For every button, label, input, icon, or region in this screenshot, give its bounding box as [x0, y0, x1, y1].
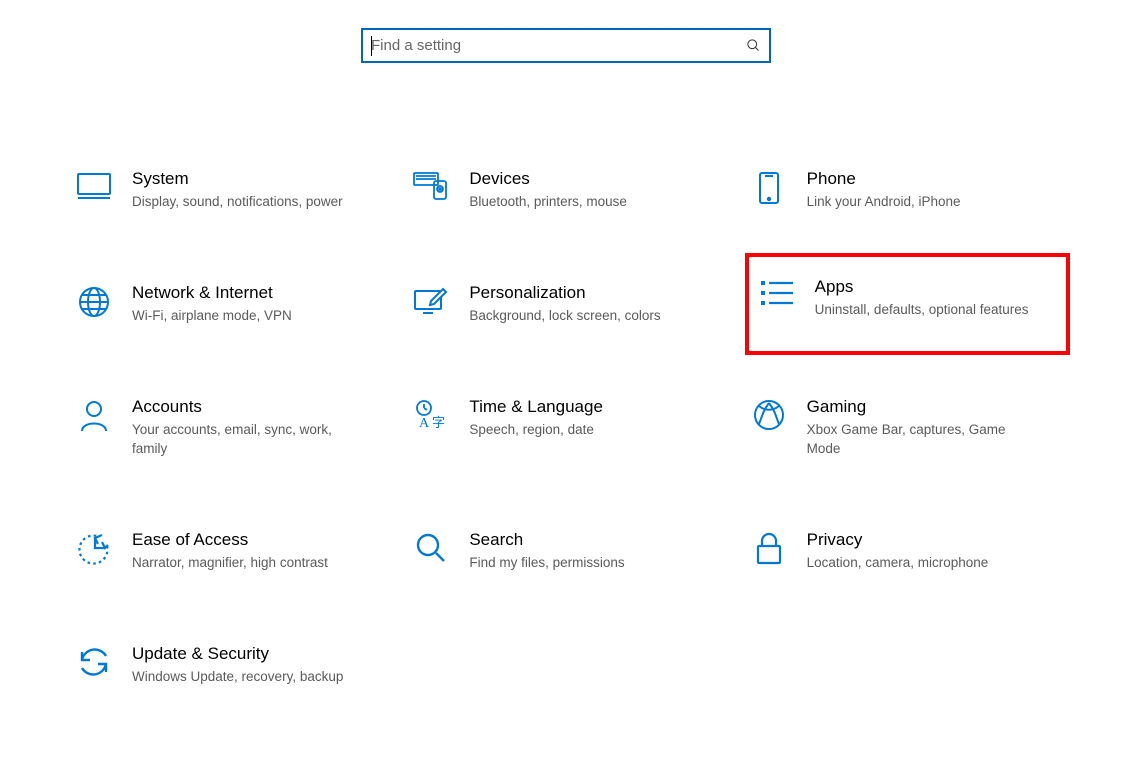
system-icon — [70, 169, 118, 201]
tile-desc: Link your Android, iPhone — [807, 193, 961, 211]
tile-title: Update & Security — [132, 644, 343, 664]
tile-system[interactable]: System Display, sound, notifications, po… — [70, 163, 387, 217]
tile-desc: Wi-Fi, airplane mode, VPN — [132, 307, 292, 325]
tile-desc: Narrator, magnifier, high contrast — [132, 554, 328, 572]
tile-ease-of-access[interactable]: Ease of Access Narrator, magnifier, high… — [70, 524, 387, 578]
tile-update-security[interactable]: Update & Security Windows Update, recove… — [70, 638, 387, 692]
tile-network[interactable]: Network & Internet Wi-Fi, airplane mode,… — [70, 277, 387, 331]
tile-devices[interactable]: Devices Bluetooth, printers, mouse — [407, 163, 724, 217]
tile-desc: Uninstall, defaults, optional features — [815, 301, 1029, 319]
tile-privacy[interactable]: Privacy Location, camera, microphone — [745, 524, 1062, 578]
tile-title: Accounts — [132, 397, 352, 417]
tile-desc: Windows Update, recovery, backup — [132, 668, 343, 686]
tile-title: Privacy — [807, 530, 989, 550]
search-icon — [746, 38, 761, 53]
privacy-icon — [745, 530, 793, 566]
network-icon — [70, 283, 118, 319]
tile-desc: Location, camera, microphone — [807, 554, 989, 572]
tile-time-language[interactable]: A 字 Time & Language Speech, region, date — [407, 391, 724, 463]
search-container — [70, 28, 1062, 63]
search-box[interactable] — [361, 28, 771, 63]
settings-grid: System Display, sound, notifications, po… — [70, 163, 1062, 692]
tile-title: Devices — [469, 169, 627, 189]
tile-desc: Background, lock screen, colors — [469, 307, 660, 325]
apps-icon — [753, 277, 801, 307]
tile-phone[interactable]: Phone Link your Android, iPhone — [745, 163, 1062, 217]
tile-desc: Bluetooth, printers, mouse — [469, 193, 627, 211]
tile-apps[interactable]: Apps Uninstall, defaults, optional featu… — [745, 253, 1070, 355]
tile-gaming[interactable]: Gaming Xbox Game Bar, captures, Game Mod… — [745, 391, 1062, 463]
tile-title: Ease of Access — [132, 530, 328, 550]
svg-text:A: A — [419, 416, 430, 431]
search-input[interactable] — [371, 37, 746, 54]
update-security-icon — [70, 644, 118, 678]
tile-personalization[interactable]: Personalization Background, lock screen,… — [407, 277, 724, 331]
tile-desc: Xbox Game Bar, captures, Game Mode — [807, 421, 1027, 457]
gaming-icon — [745, 397, 793, 431]
tile-title: Phone — [807, 169, 961, 189]
tile-title: Personalization — [469, 283, 660, 303]
tile-desc: Find my files, permissions — [469, 554, 624, 572]
tile-desc: Speech, region, date — [469, 421, 603, 439]
tile-accounts[interactable]: Accounts Your accounts, email, sync, wor… — [70, 391, 387, 463]
text-caret — [371, 36, 372, 56]
time-language-icon: A 字 — [407, 397, 455, 431]
ease-of-access-icon — [70, 530, 118, 566]
search-category-icon — [407, 530, 455, 564]
svg-text:字: 字 — [432, 415, 445, 430]
tile-desc: Your accounts, email, sync, work, family — [132, 421, 352, 457]
accounts-icon — [70, 397, 118, 433]
tile-title: Apps — [815, 277, 1029, 297]
tile-desc: Display, sound, notifications, power — [132, 193, 343, 211]
phone-icon — [745, 169, 793, 205]
tile-title: Search — [469, 530, 624, 550]
devices-icon — [407, 169, 455, 201]
personalization-icon — [407, 283, 455, 315]
tile-title: Time & Language — [469, 397, 603, 417]
tile-title: Gaming — [807, 397, 1027, 417]
tile-title: Network & Internet — [132, 283, 292, 303]
tile-title: System — [132, 169, 343, 189]
tile-search[interactable]: Search Find my files, permissions — [407, 524, 724, 578]
